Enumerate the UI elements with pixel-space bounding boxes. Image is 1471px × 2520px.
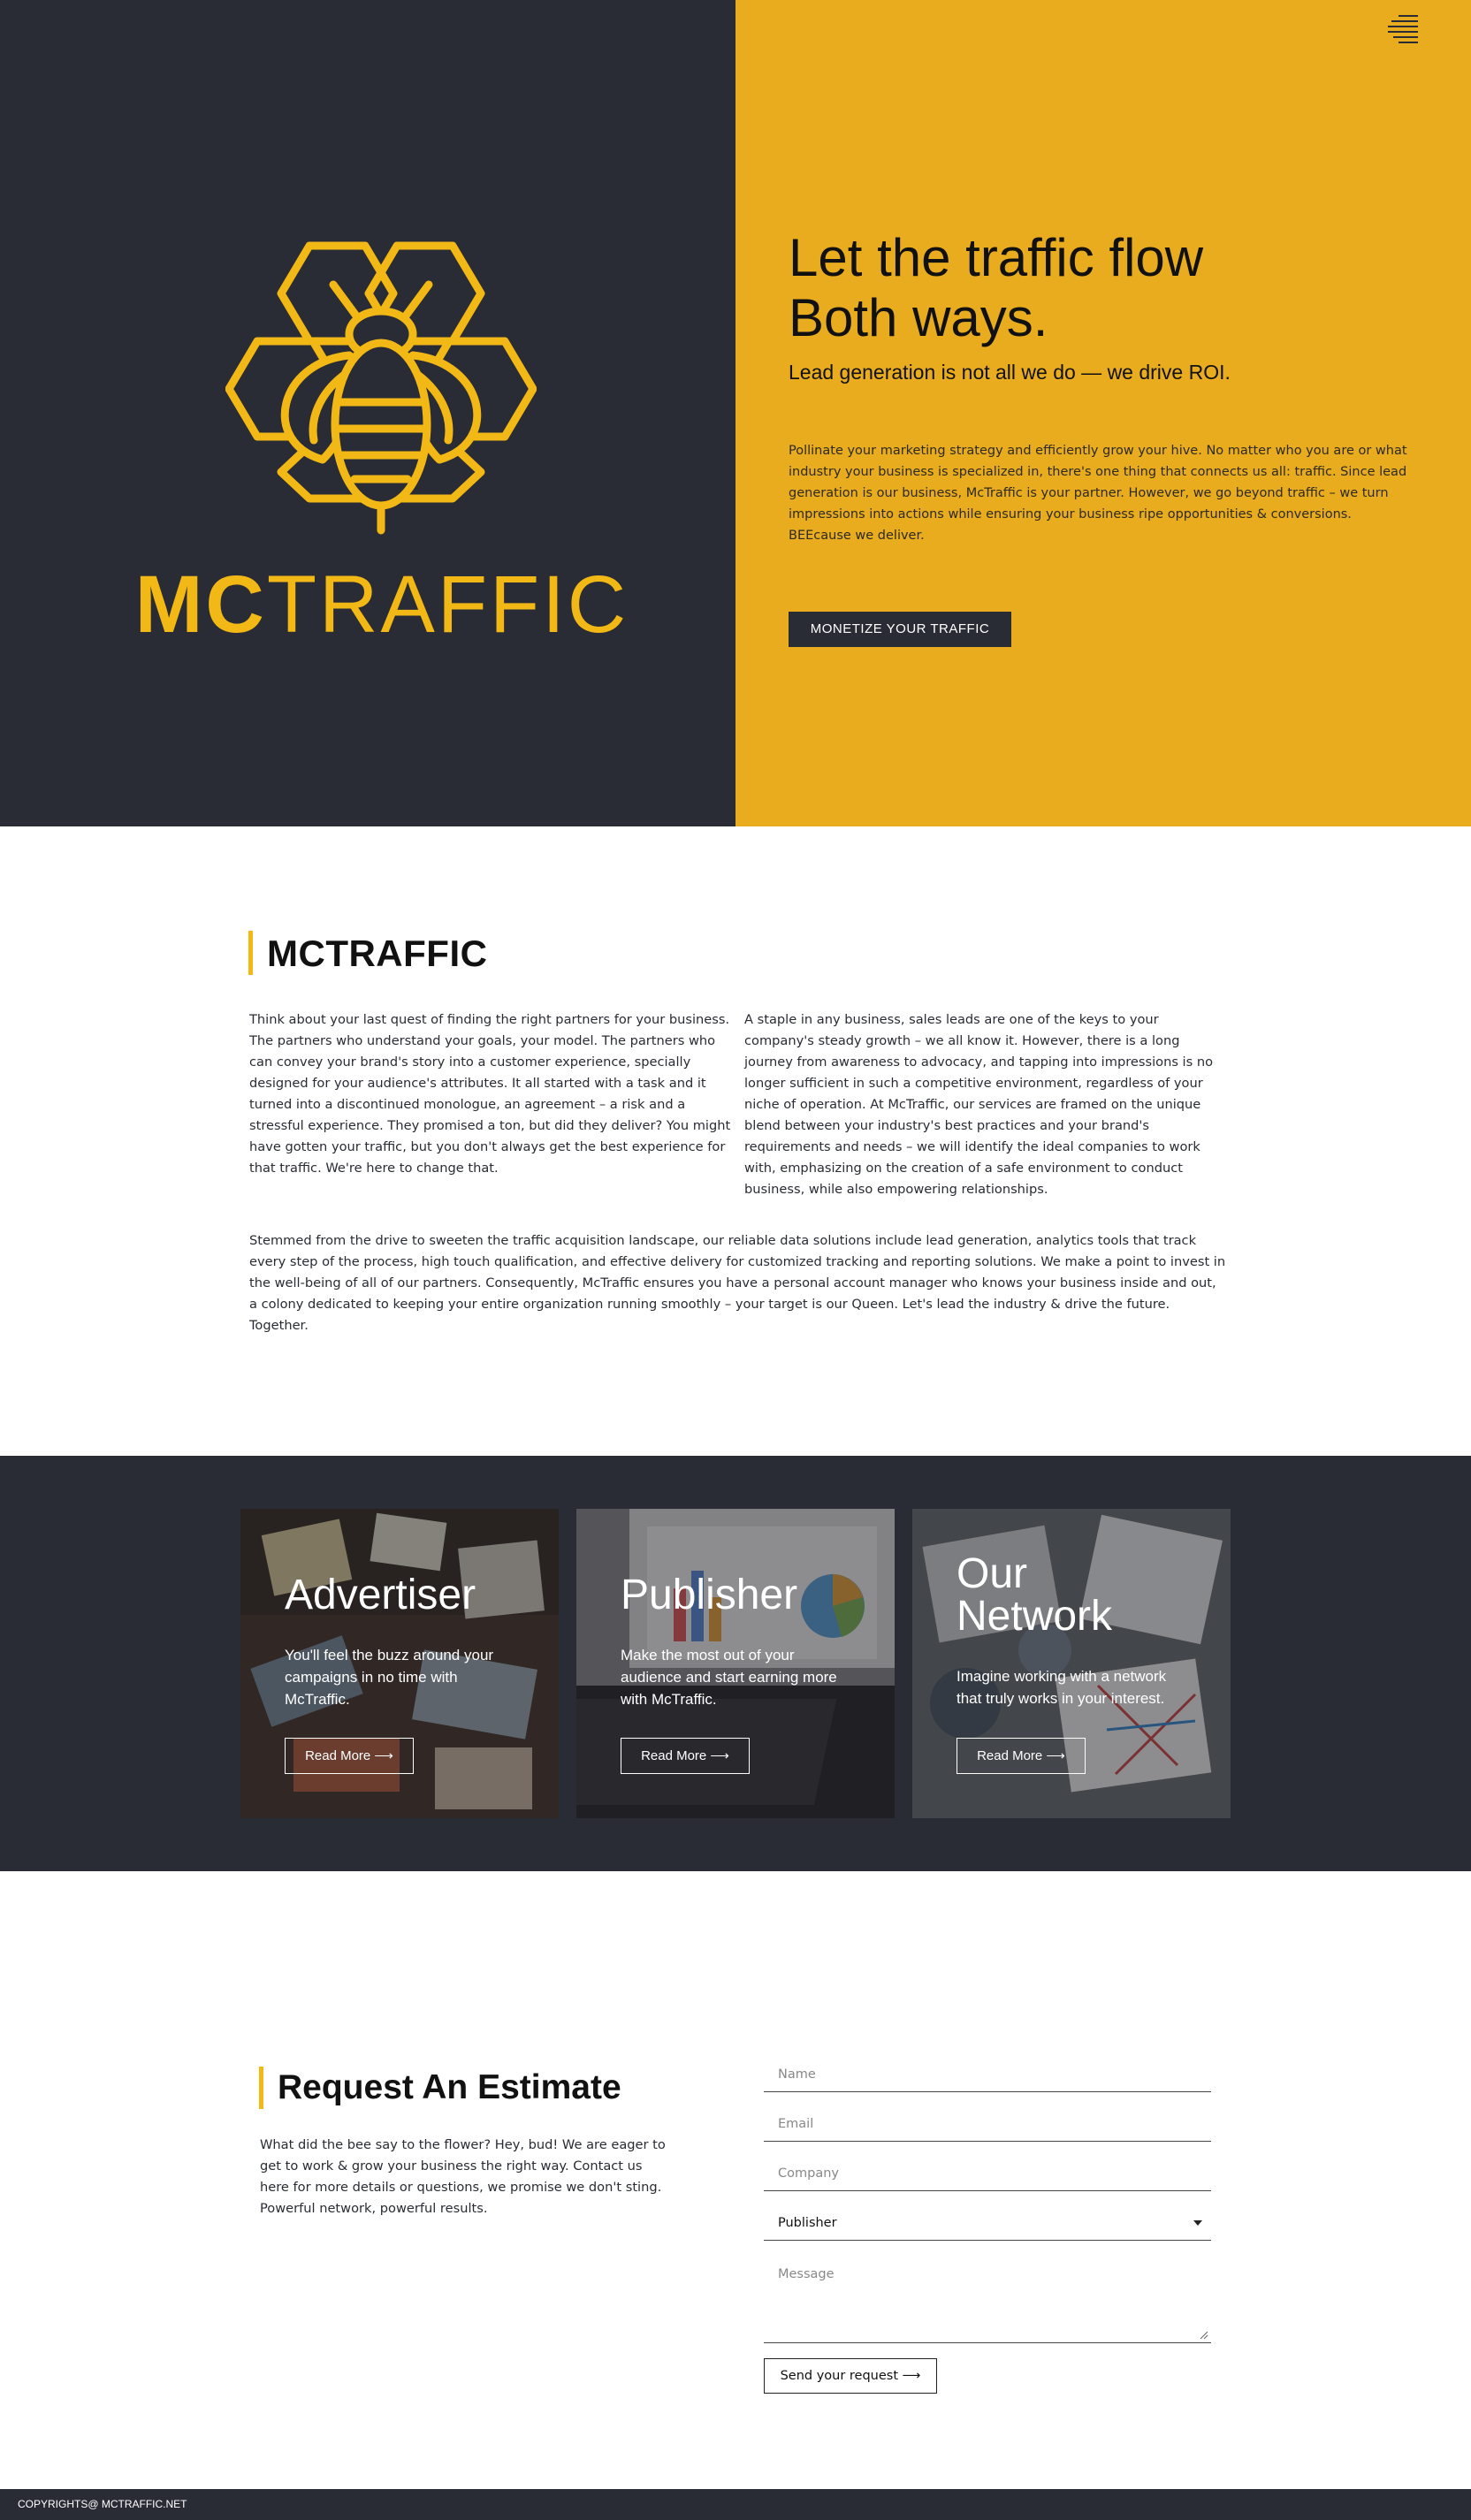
email-field[interactable] [764, 2106, 1211, 2142]
monetize-traffic-button[interactable]: MONETIZE YOUR TRAFFIC [789, 612, 1011, 647]
about-paragraph-1: Think about your last quest of finding t… [249, 1012, 731, 1176]
hamburger-menu-icon[interactable] [1388, 11, 1421, 45]
hero-subtitle: Lead generation is not all we do — we dr… [789, 361, 1231, 384]
publisher-title: Publisher [621, 1572, 798, 1618]
resize-grip-icon[interactable] [1200, 2331, 1208, 2340]
about-paragraph-2: A staple in any business, sales leads ar… [744, 1012, 1214, 1197]
estimate-description: What did the bee say to the flower? Hey,… [260, 2137, 666, 2216]
network-read-more-button[interactable]: Read More ⟶ [957, 1738, 1086, 1774]
hero-section: MCTRAFFIC Let the traffic flow Both ways… [0, 0, 1471, 826]
network-description: Imagine working with a network that trul… [957, 1668, 1167, 1707]
message-field[interactable] [764, 2255, 1211, 2343]
role-select[interactable]: Publisher [764, 2205, 1211, 2241]
advertiser-card[interactable]: Advertiser You'll feel the buzz around y… [240, 1509, 559, 1818]
advertiser-read-more-button[interactable]: Read More ⟶ [285, 1738, 414, 1774]
copyright-text: COPYRIGHTS@ MCTRAFFIC.NET [18, 2498, 187, 2510]
hero-body-text: Pollinate your marketing strategy and ef… [789, 444, 1407, 543]
advertiser-title: Advertiser [285, 1572, 476, 1618]
hero-title-line1: Let the traffic flow [789, 228, 1204, 287]
name-field[interactable] [764, 2057, 1211, 2092]
title-accent-bar [248, 931, 253, 975]
advertiser-description: You'll feel the buzz around your campaig… [285, 1647, 494, 1708]
role-select-value: Publisher [778, 2215, 837, 2230]
estimate-title: Request An Estimate [278, 2068, 621, 2106]
publisher-description: Make the most out of your audience and s… [621, 1647, 837, 1708]
logo-traffic-text: TRAFFIC [266, 560, 629, 650]
hero-title: Let the traffic flow Both ways. [789, 228, 1425, 348]
network-card[interactable]: Our Network Imagine working with a netwo… [912, 1509, 1231, 1818]
caret-down-icon [1193, 2219, 1202, 2226]
logo-mc-text: MC [134, 560, 267, 650]
footer: COPYRIGHTS@ MCTRAFFIC.NET [0, 2489, 1471, 2520]
hero-logo-panel: MCTRAFFIC [0, 0, 736, 826]
publisher-read-more-button[interactable]: Read More ⟶ [621, 1738, 750, 1774]
hero-title-line2: Both ways. [789, 288, 1048, 347]
publisher-card[interactable]: Publisher Make the most out of your audi… [576, 1509, 895, 1818]
about-title: MCTRAFFIC [267, 933, 488, 974]
logo-wordmark: MCTRAFFIC [0, 564, 764, 645]
network-title-line1: Our [957, 1550, 1028, 1597]
network-title-line2: Network [957, 1593, 1113, 1640]
bee-hexagon-icon [225, 241, 537, 535]
company-field[interactable] [764, 2156, 1211, 2191]
hero-content-panel [736, 0, 1471, 826]
network-title: Our Network [957, 1553, 1213, 1638]
title-accent-bar [259, 2067, 263, 2109]
send-request-button[interactable]: Send your request ⟶ [764, 2358, 937, 2394]
about-paragraph-3: Stemmed from the drive to sweeten the tr… [249, 1233, 1226, 1333]
